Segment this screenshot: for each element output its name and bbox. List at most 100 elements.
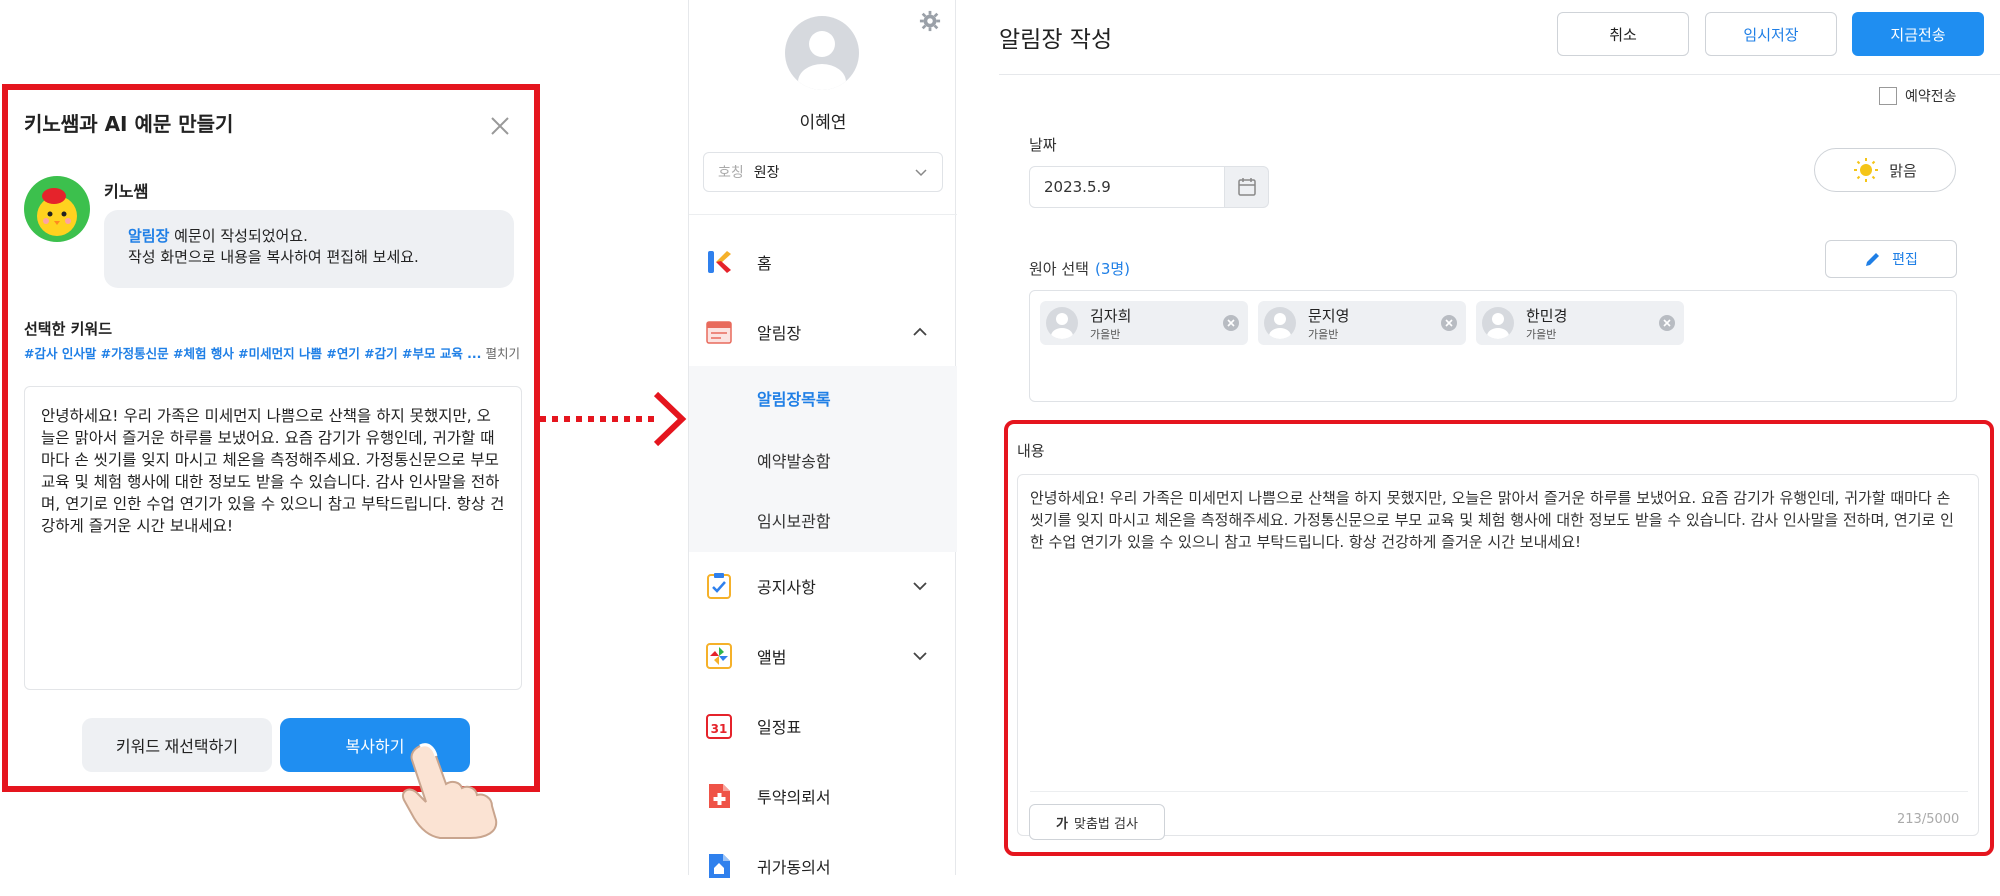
chevron-down-icon [913,582,927,591]
char-count: 213/5000 [1897,812,1960,827]
chevron-down-icon [915,169,927,177]
checkbox-box [1879,87,1897,105]
content-text: 안녕하세요! 우리 가족은 미세먼지 나쁨으로 산책을 하지 못했지만, 오늘은… [1030,489,1954,551]
keywords-title: 선택한 키워드 [24,320,113,338]
spellcheck-button[interactable]: 가 맞춤법 검사 [1029,804,1165,840]
dialog-title: 키노쌤과 AI 예문 만들기 [24,112,234,136]
reselect-keywords-button[interactable]: 키워드 재선택하기 [82,718,272,772]
kid-chip[interactable]: 김자희 가을반 [1040,301,1248,345]
nav-label-schedule: 일정표 [757,718,802,737]
kid-class: 가을반 [1526,328,1557,341]
kids-select-label: 원아 선택 (3명) [1029,258,1130,279]
pinwheel-icon [706,643,732,669]
kids-select-text: 원아 선택 [1029,260,1089,278]
nav-label-homecoming: 귀가동의서 [757,858,831,877]
kinder-logo-icon [708,251,731,273]
calendar-icon [1237,178,1256,196]
divider [689,214,957,215]
divider [999,74,2000,75]
pencil-icon [1866,253,1880,266]
nav-item-schedule[interactable]: 31 일정표 [689,696,957,756]
send-now-button[interactable]: 지금전송 [1852,12,1984,56]
title-select-value: 원장 [753,165,780,181]
keywords-list: #감사 인사말 #가정통신문 #체험 행사 #미세먼지 나쁨 #연기 #감기 #… [24,343,520,362]
remove-circle-icon[interactable] [1440,314,1458,332]
home-doc-icon [709,854,730,878]
keywords-expand-link[interactable]: 펼치기 [485,346,520,361]
calendar-icon-number: 31 [711,722,728,736]
date-label: 날짜 [1029,136,1057,154]
chevron-down-icon [913,652,927,661]
sidebar: 이혜연 호칭 원장 홈 알림장 알림장목록 예약발송함 임시보관함 공지사항 앨… [688,0,957,878]
submenu-item-drafts[interactable]: 임시보관함 [757,508,831,532]
nav-label-notice: 공지사항 [757,578,816,597]
date-input[interactable]: 2023.5.9 [1029,166,1225,208]
selected-kids-box: 김자희 가을반 문지영 가을반 한민경 가을반 [1029,290,1957,402]
kids-count: (3명) [1094,260,1131,278]
arrow-right-icon [540,391,687,447]
notebook-submenu: 알림장목록 예약발송함 임시보관함 [689,366,957,552]
message-highlight: 알림장 [128,227,170,245]
submenu-item-scheduled[interactable]: 예약발송함 [757,448,831,472]
page-title: 알림장 작성 [999,27,1113,53]
nav-label-medication: 투약의뢰서 [757,788,831,807]
user-silhouette-icon [798,31,846,90]
spellcheck-icon: 가 [1056,816,1069,832]
title-select[interactable]: 호칭 원장 [703,152,943,192]
nav-item-homecoming[interactable]: 귀가동의서 [689,836,957,896]
main-panel: 알림장 작성 취소 임시저장 지금전송 예약전송 날짜 2023.5.9 맑음 [957,0,2000,875]
kid-class: 가을반 [1308,328,1339,341]
profile-avatar[interactable] [785,16,859,90]
kid-chip[interactable]: 문지영 가을반 [1258,301,1466,345]
kid-avatar [1482,307,1514,339]
nav-item-medication[interactable]: 투약의뢰서 [689,766,957,826]
clipboard-check-icon [707,573,731,599]
keywords-text: #감사 인사말 #가정통신문 #체험 행사 #미세먼지 나쁨 #연기 #감기 #… [24,346,482,361]
nav-item-notebook[interactable]: 알림장 [689,302,957,362]
remove-circle-icon[interactable] [1658,314,1676,332]
profile-name: 이혜연 [799,113,847,133]
divider [1030,791,1968,792]
content-textarea[interactable]: 안녕하세요! 우리 가족은 미세먼지 나쁨으로 산책을 하지 못했지만, 오늘은… [1017,474,1979,836]
close-icon[interactable] [488,114,512,138]
weather-label: 맑음 [1889,161,1917,180]
kid-name: 문지영 [1308,307,1350,325]
weather-button[interactable]: 맑음 [1814,148,1956,192]
kid-name: 김자희 [1090,307,1132,325]
nav-item-home[interactable]: 홈 [689,232,957,292]
bot-avatar [24,176,90,242]
kid-chip[interactable]: 한민경 가을반 [1476,301,1684,345]
calendar-button[interactable] [1225,166,1269,208]
notebook-icon [706,321,732,344]
kid-name: 한민경 [1526,307,1568,325]
ai-example-dialog: 키노쌤과 AI 예문 만들기 키노쌤 알림장 예문이 작성되었어요. 작성 화면… [2,84,540,792]
content-label: 내용 [1017,442,1045,460]
bot-message-bubble: 알림장 예문이 작성되었어요. 작성 화면으로 내용을 복사하여 편집해 보세요… [104,210,514,288]
spellcheck-label: 맞춤법 검사 [1074,816,1138,832]
bot-name: 키노쌤 [104,182,149,201]
schedule-send-checkbox[interactable]: 예약전송 [1879,86,1957,106]
schedule-send-label: 예약전송 [1905,89,1957,105]
remove-circle-icon[interactable] [1222,314,1240,332]
gear-icon[interactable] [919,10,941,32]
kid-class: 가을반 [1090,328,1121,341]
submenu-item-list[interactable]: 알림장목록 [757,386,831,410]
edit-kids-button[interactable]: 편집 [1825,240,1957,278]
pointing-hand-icon [402,743,498,839]
nav-label-home: 홈 [757,254,772,273]
nav-item-notice[interactable]: 공지사항 [689,556,957,616]
medical-doc-icon [709,784,730,808]
title-select-label: 호칭 [718,165,744,181]
nav-label-notebook: 알림장 [757,324,802,343]
user-silhouette-icon [1269,313,1291,339]
nav-item-album[interactable]: 앨범 [689,626,957,686]
message-line2: 작성 화면으로 내용을 복사하여 편집해 보세요. [128,248,419,266]
message-line1: 예문이 작성되었어요. [169,227,308,245]
user-silhouette-icon [1487,313,1509,339]
generated-text-area[interactable]: 안녕하세요! 우리 가족은 미세먼지 나쁨으로 산책을 하지 못했지만, 오늘은… [24,386,522,690]
temp-save-button[interactable]: 임시저장 [1705,12,1837,56]
nav-label-album: 앨범 [757,648,787,667]
cancel-button[interactable]: 취소 [1557,12,1689,56]
kid-avatar [1264,307,1296,339]
calendar-31-icon: 31 [706,714,732,739]
